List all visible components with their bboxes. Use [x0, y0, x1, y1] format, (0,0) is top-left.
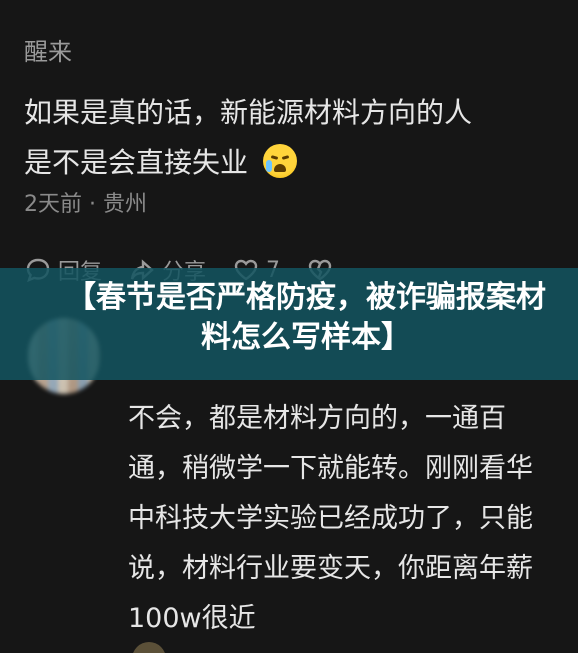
banner-title: 【春节是否严格防疫，被诈骗报案材料怎么写样本】 [66, 280, 546, 355]
app-screen: 醒来 如果是真的话，新能源材料方向的人 是不是会直接失业 2天前 · 贵州 回复… [0, 0, 578, 653]
comment-line-2: 是不是会直接失业 [24, 146, 249, 179]
comment-body: 如果是真的话，新能源材料方向的人 是不是会直接失业 [24, 88, 554, 188]
reply-body: 不会，都是材料方向的，一通百通，稍微学一下就能转。刚刚看华中科技大学实验已经成功… [128, 403, 533, 634]
title-banner: 【春节是否严格防疫，被诈骗报案材料怎么写样本】 [0, 268, 578, 380]
comment-username[interactable]: 醒来 [24, 32, 72, 67]
crying-face-icon [262, 144, 297, 178]
comment-meta: 2天前 · 贵州 [24, 192, 147, 217]
comment-line-1: 如果是真的话，新能源材料方向的人 [24, 96, 473, 129]
